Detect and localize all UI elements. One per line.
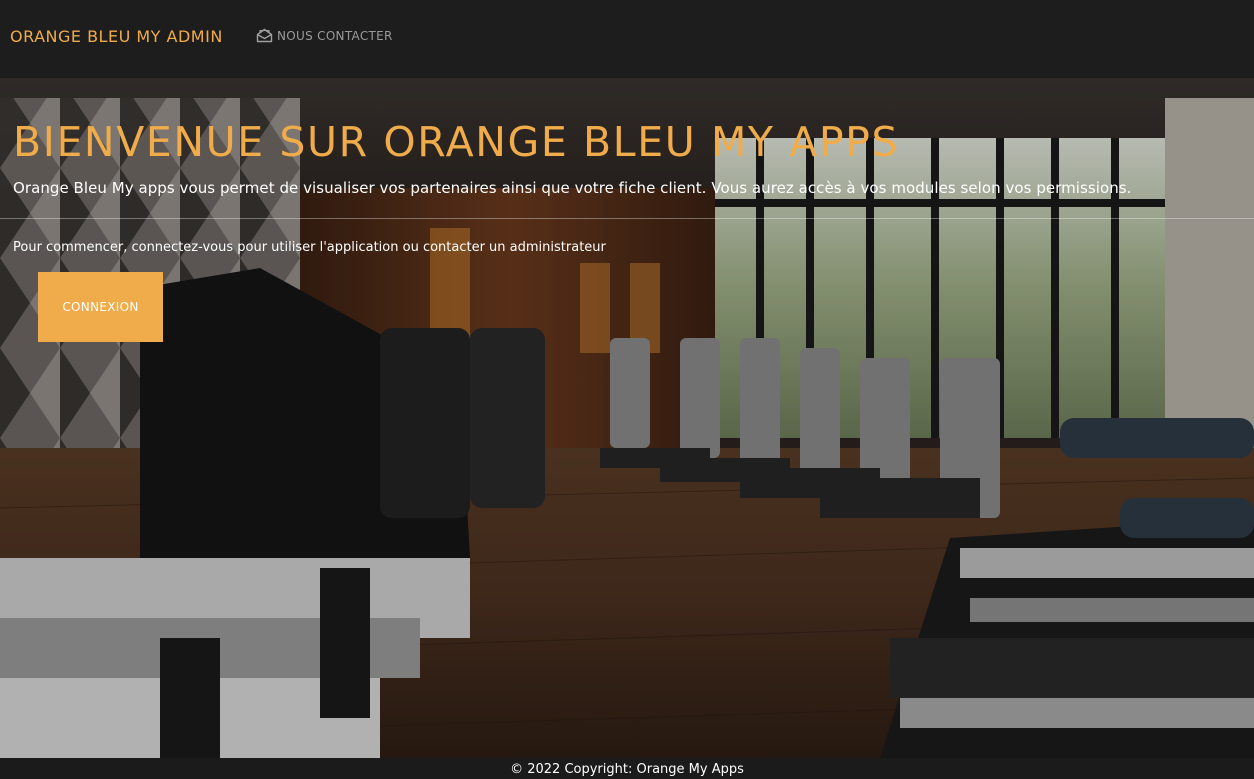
brand-link[interactable]: ORANGE BLEU MY ADMIN <box>10 27 223 47</box>
connexion-button[interactable]: CONNEXION <box>38 272 163 342</box>
hero-lead-text: Orange Bleu My apps vous permet de visua… <box>13 179 1132 197</box>
hero-title: BIENVENUE SUR ORANGE BLEU MY APPS <box>13 118 900 166</box>
hero-section: BIENVENUE SUR ORANGE BLEU MY APPS Orange… <box>0 78 1254 758</box>
nav-contact-label: NOUS CONTACTER <box>277 28 393 43</box>
nav-contact-link[interactable]: NOUS CONTACTER <box>256 28 393 43</box>
hero-divider <box>0 218 1254 219</box>
footer: © 2022 Copyright: Orange My Apps <box>0 758 1254 777</box>
hero-sub-text: Pour commencer, connectez-vous pour util… <box>13 240 606 255</box>
envelope-open-icon <box>256 28 273 43</box>
navbar: ORANGE BLEU MY ADMIN NOUS CONTACTER <box>0 0 1254 78</box>
footer-copyright: © 2022 Copyright: Orange My Apps <box>510 762 744 777</box>
